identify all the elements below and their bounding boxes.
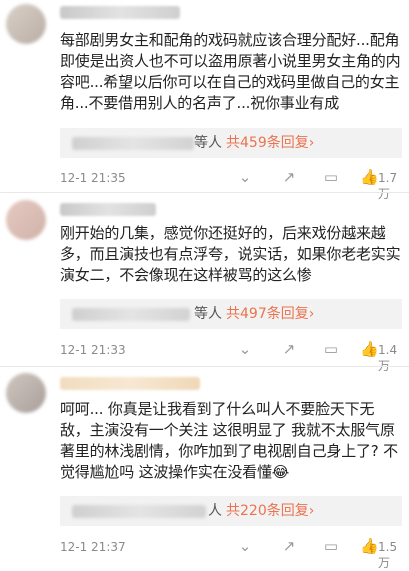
comment-text: 呵呵... 你真是让我看到了什么叫人不要脸天下无敌，主演没有一个关注 这很明显了… — [60, 400, 398, 481]
comment-icon[interactable]: ▭ — [322, 340, 340, 358]
comment-icon[interactable]: ▭ — [322, 537, 340, 555]
avatar[interactable] — [6, 373, 46, 413]
reply-suffix: 等人 — [194, 306, 222, 322]
reply-count: 共497条回复 — [226, 306, 309, 322]
comment-item: 呵呵... 你真是让我看到了什么叫人不要脸天下无敌，主演没有一个关注 这很明显了… — [0, 367, 409, 570]
reply-count: 共459条回复 — [226, 135, 309, 151]
reply-summary[interactable]: 等人 共497条回复› — [60, 299, 402, 329]
share-icon[interactable]: ↗ — [280, 168, 298, 186]
timestamp: 12-1 21:35 — [60, 171, 126, 185]
thumb-up-icon[interactable]: 👍 — [360, 168, 379, 186]
share-icon[interactable]: ↗ — [280, 537, 298, 555]
reply-summary[interactable]: 等人 共459条回复› — [60, 128, 402, 158]
timestamp: 12-1 21:37 — [60, 540, 126, 554]
avatar[interactable] — [6, 4, 46, 44]
replier-names-blurred — [72, 308, 190, 321]
comment-item: 刚开始的几集，感觉你还挺好的，后来戏份越来越多，而且演技也有点浮夸，说实话，如果… — [0, 193, 409, 373]
comment-item: 每部剧男女主和配角的戏码就应该合理分配好...配角即使是出资人也不可以盗用原著小… — [0, 0, 409, 201]
reply-suffix: 人 — [208, 503, 222, 519]
chevron-right-icon: › — [308, 306, 315, 322]
chevron-right-icon: › — [308, 135, 315, 151]
timestamp: 12-1 21:33 — [60, 343, 126, 357]
reply-suffix: 等人 — [194, 135, 222, 151]
username-blurred[interactable] — [60, 377, 200, 390]
reply-count-link[interactable]: 共220条回复› — [226, 496, 314, 526]
reply-count: 共220条回复 — [226, 503, 309, 519]
reply-count-link[interactable]: 共459条回复› — [226, 128, 314, 158]
comment-meta: 12-1 21:37 ⌄ ↗ ▭ 👍 1.5万 — [60, 537, 402, 570]
reply-summary[interactable]: 人 共220条回复› — [60, 496, 402, 526]
comment-meta: 12-1 21:35 ⌄ ↗ ▭ 👍 1.7万 — [60, 168, 402, 201]
thumb-up-icon[interactable]: 👍 — [360, 340, 379, 358]
thumb-up-icon[interactable]: 👍 — [360, 537, 379, 555]
comment-text: 刚开始的几集，感觉你还挺好的，后来戏份越来越多，而且演技也有点浮夸，说实话，如果… — [60, 224, 401, 284]
chevron-down-icon[interactable]: ⌄ — [236, 537, 254, 555]
avatar[interactable] — [6, 200, 46, 240]
chevron-right-icon: › — [308, 503, 315, 519]
chevron-down-icon[interactable]: ⌄ — [236, 340, 254, 358]
username-blurred[interactable] — [60, 203, 156, 216]
replier-names-blurred — [72, 505, 206, 518]
username-blurred[interactable] — [60, 6, 180, 19]
replier-names-blurred — [72, 137, 194, 150]
share-icon[interactable]: ↗ — [280, 340, 298, 358]
comment-icon[interactable]: ▭ — [322, 168, 340, 186]
comment-text: 每部剧男女主和配角的戏码就应该合理分配好...配角即使是出资人也不可以盗用原著小… — [60, 31, 401, 112]
comment-meta: 12-1 21:33 ⌄ ↗ ▭ 👍 1.4万 — [60, 340, 402, 373]
reply-count-link[interactable]: 共497条回复› — [226, 299, 314, 329]
like-count: 1.5万 — [378, 540, 398, 570]
chevron-down-icon[interactable]: ⌄ — [236, 168, 254, 186]
